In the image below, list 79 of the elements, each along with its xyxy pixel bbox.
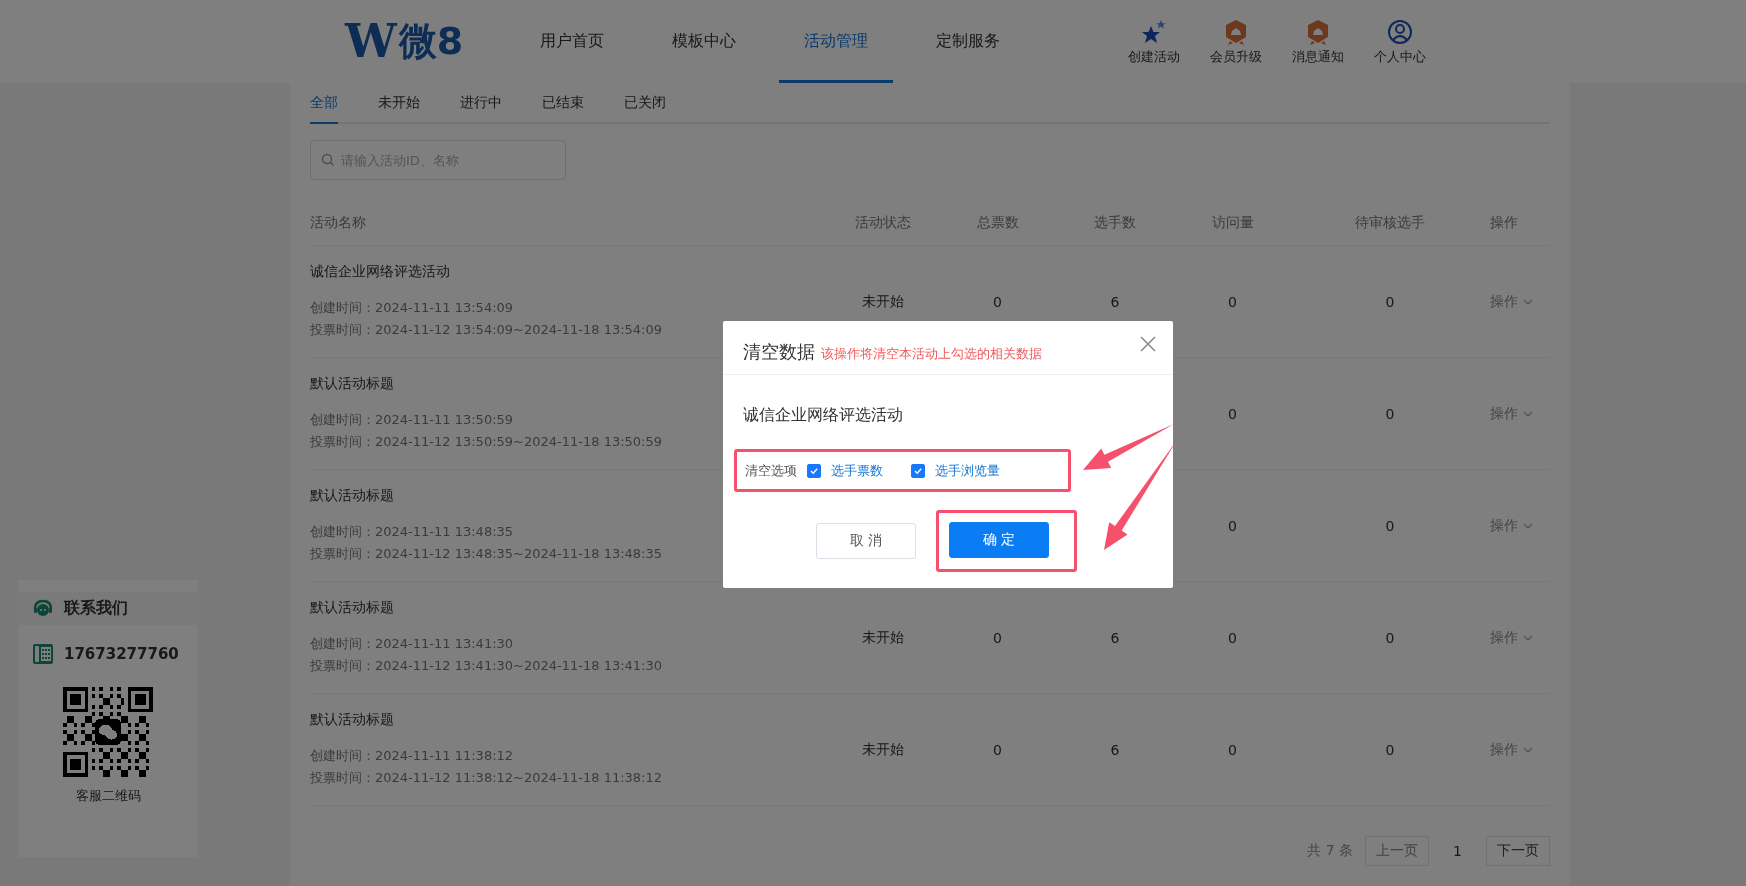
logo-text: 微8 (398, 18, 464, 65)
table-cell-text: 0 (1384, 741, 1396, 758)
header-action[interactable]: 会员升级 (1210, 17, 1262, 66)
dialog-title: 清空数据 (743, 340, 815, 364)
checkbox-option[interactable]: 选手浏览量 (911, 461, 1000, 480)
header-action[interactable]: 创建活动 (1128, 17, 1180, 66)
activity-name: 默认活动标题 (310, 710, 394, 729)
table-cell-text: 0 (1227, 517, 1238, 534)
activity-name: 诚信企业网络评选活动 (743, 405, 904, 426)
table-cell-text: 0 (1227, 405, 1238, 422)
phone-number: 17673277760 (64, 645, 179, 663)
user-icon (1386, 17, 1414, 46)
warning-text: 该操作将清空本活动上勾选的相关数据 (821, 345, 1042, 363)
cancel-button[interactable]: 取 消 (816, 523, 916, 559)
close-button[interactable] (1139, 335, 1157, 353)
table-cell-text: 未开始 (860, 292, 905, 311)
filter-tab[interactable]: 全部 (310, 83, 338, 124)
search-icon (321, 153, 335, 167)
table-cell-text: 6 (1109, 741, 1121, 758)
voting-period: 投票时间：2024-11-12 11:38:12~2024-11-18 11:38:12 (310, 768, 663, 787)
logo-mark: W (343, 13, 398, 70)
checkbox-option[interactable]: 选手票数 (807, 461, 883, 480)
column-header: 访问量 (1210, 213, 1255, 232)
nav-tab[interactable]: 定制服务 (911, 0, 1026, 83)
created-time: 创建时间：2024-11-11 11:38:12 (310, 746, 514, 765)
column-header: 操作 (1489, 213, 1519, 232)
filter-tab[interactable]: 已结束 (542, 83, 584, 124)
activity-name: 默认活动标题 (310, 374, 394, 393)
table-cell-text: 0 (992, 293, 1003, 310)
telephone-icon (32, 643, 54, 665)
activity-name: 默认活动标题 (310, 486, 394, 505)
actions-dropdown[interactable]: 操作 (1485, 516, 1534, 535)
next-page-button[interactable]: 下一页 (1486, 836, 1550, 866)
actions-dropdown[interactable]: 操作 (1485, 628, 1534, 647)
column-header: 选手数 (1093, 213, 1137, 232)
filter-tab[interactable]: 进行中 (460, 83, 502, 124)
created-time: 创建时间：2024-11-11 13:41:30 (310, 634, 514, 653)
created-time: 创建时间：2024-11-11 13:54:09 (310, 298, 514, 317)
table-cell-text: 0 (992, 741, 1003, 758)
voting-period: 投票时间：2024-11-12 13:50:59~2024-11-18 13:50:59 (310, 432, 663, 451)
table-cell-text: 0 (1227, 741, 1238, 758)
voting-period: 投票时间：2024-11-12 13:41:30~2024-11-18 13:41:30 (310, 656, 663, 675)
table-cell-text: 0 (1384, 517, 1396, 534)
created-time: 创建时间：2024-11-11 13:50:59 (310, 410, 514, 429)
header-action[interactable]: 个人中心 (1374, 17, 1426, 66)
nav-tab[interactable]: 用户首页 (515, 0, 630, 83)
created-time: 创建时间：2024-11-11 13:48:35 (310, 522, 514, 541)
checkbox[interactable] (807, 463, 821, 478)
nav-tab[interactable]: 模板中心 (647, 0, 762, 83)
table-cell-text: 6 (1109, 293, 1121, 310)
activity-name: 默认活动标题 (310, 598, 394, 617)
table-cell-text: 0 (1227, 293, 1238, 310)
confirm-button[interactable]: 确 定 (949, 522, 1049, 558)
table-cell-text: 0 (1384, 629, 1396, 646)
voting-period: 投票时间：2024-11-12 13:54:09~2024-11-18 13:54:09 (310, 320, 663, 339)
column-header: 活动状态 (853, 213, 912, 232)
table-cell-text: 6 (1109, 629, 1121, 646)
header-action[interactable]: 消息通知 (1292, 17, 1344, 66)
table-cell-text: 0 (1384, 405, 1396, 422)
qr-caption: 客服二维码 (75, 787, 141, 805)
table-cell-text: 未开始 (860, 628, 905, 647)
column-header: 总票数 (975, 213, 1020, 232)
contact-title: 联系我们 (64, 598, 128, 619)
table-cell-text: 0 (1384, 293, 1396, 310)
page-number[interactable]: 1 (1441, 843, 1474, 859)
actions-dropdown[interactable]: 操作 (1485, 740, 1534, 759)
activity-name: 诚信企业网络评选活动 (310, 262, 450, 281)
column-header: 活动名称 (310, 213, 367, 232)
table-cell-text: 未开始 (860, 740, 905, 759)
actions-dropdown[interactable]: 操作 (1485, 404, 1534, 423)
options-label: 清空选项 (745, 461, 797, 480)
filter-tab[interactable]: 已关闭 (624, 83, 666, 124)
table-cell-text: 0 (1227, 629, 1238, 646)
actions-dropdown[interactable]: 操作 (1485, 292, 1534, 311)
checkbox[interactable] (911, 463, 925, 478)
column-header: 待审核选手 (1354, 213, 1426, 232)
table-cell-text: 0 (992, 629, 1003, 646)
voting-period: 投票时间：2024-11-12 13:48:35~2024-11-18 13:48:35 (310, 544, 663, 563)
filter-tab[interactable]: 未开始 (378, 83, 420, 124)
